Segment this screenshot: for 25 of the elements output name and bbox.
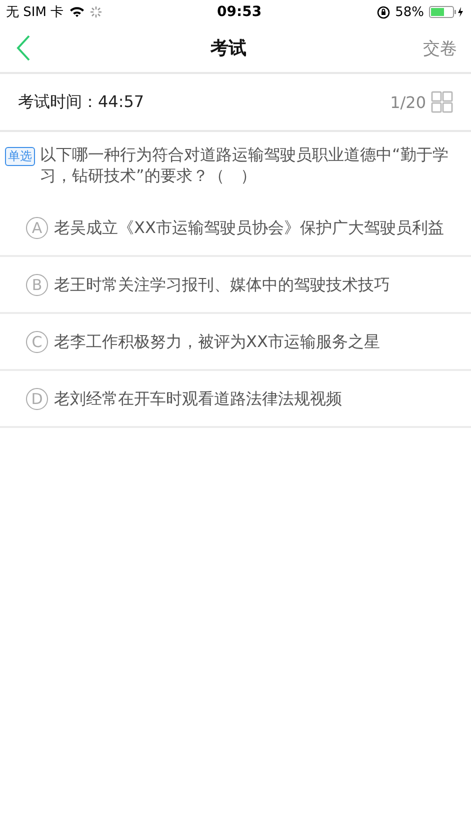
answer-option[interactable]: B 老王时常关注学习报刊、媒体中的驾驶技术技巧 — [0, 257, 471, 314]
option-letter: A — [26, 216, 48, 238]
option-letter: B — [26, 274, 48, 296]
loading-icon — [90, 6, 102, 18]
option-text: 老刘经常在开车时观看道路法律法规视频 — [54, 388, 342, 409]
wifi-icon — [68, 6, 85, 18]
option-letter: D — [26, 388, 48, 410]
answer-option[interactable]: C 老李工作积极努力，被评为XX市运输服务之星 — [0, 314, 471, 371]
grid-icon[interactable] — [431, 91, 453, 113]
question-text: 以下哪一种行为符合对道路运输驾驶员职业道德中“勤于学习，钻研技术”的要求？（ ） — [40, 144, 450, 186]
option-text: 老吴成立《XX市运输驾驶员协会》保护广大驾驶员利益 — [54, 217, 444, 238]
page-title: 考试 — [210, 37, 246, 60]
answer-option[interactable]: D 老刘经常在开车时观看道路法律法规视频 — [0, 371, 471, 428]
submit-button[interactable]: 交卷 — [423, 36, 457, 60]
battery-percent: 58% — [395, 4, 424, 20]
timer-text: 考试时间：44:57 — [18, 92, 144, 112]
option-letter: C — [26, 330, 48, 352]
answer-option[interactable]: A 老吴成立《XX市运输驾驶员协会》保护广大驾驶员利益 — [0, 200, 471, 257]
option-text: 老李工作积极努力，被评为XX市运输服务之星 — [54, 331, 380, 352]
battery-icon — [429, 6, 465, 18]
carrier-label: 无 SIM 卡 — [6, 4, 64, 21]
option-text: 老王时常关注学习报刊、媒体中的驾驶技术技巧 — [54, 274, 390, 295]
clock-time: 09:53 — [217, 4, 262, 20]
rotation-lock-icon — [377, 6, 390, 18]
question-type-tag: 单选 — [5, 147, 35, 166]
